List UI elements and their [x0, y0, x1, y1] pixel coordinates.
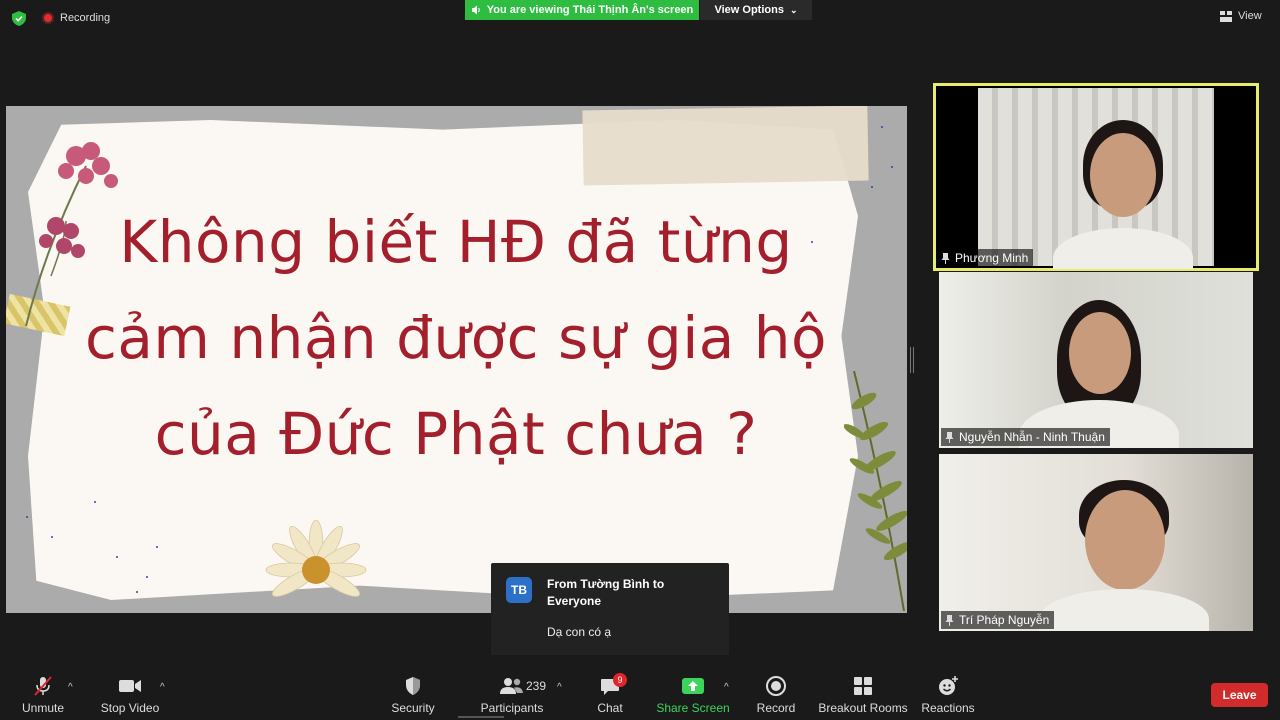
breakout-rooms-button[interactable]: Breakout Rooms — [818, 664, 908, 720]
participant-name-tag: Trí Pháp Nguyễn — [941, 611, 1055, 629]
pin-icon — [945, 431, 954, 443]
security-shield-icon[interactable] — [12, 11, 26, 26]
security-button[interactable]: Security — [388, 664, 438, 720]
decor-dot — [156, 546, 158, 548]
slide-line-1: Không biết HĐ đã từng — [119, 208, 793, 276]
muted-microphone-icon — [34, 676, 52, 696]
view-options-button[interactable]: View Options ⌄ — [700, 0, 812, 20]
share-options-chevron-icon[interactable]: ^ — [724, 682, 729, 693]
chat-message: Dạ con có ạ — [547, 625, 612, 639]
panel-resize-handle[interactable] — [910, 347, 914, 373]
pin-icon — [945, 614, 954, 626]
meeting-top-bar: Recording You are viewing Thái Thịnh Ân'… — [0, 0, 1280, 36]
participant-name-tag: Nguyễn Nhẫn - Ninh Thuận — [941, 428, 1110, 446]
record-button[interactable]: Record — [755, 664, 797, 720]
share-screen-label: Share Screen — [656, 701, 730, 715]
breakout-rooms-icon — [854, 677, 872, 695]
smiley-plus-icon — [939, 676, 958, 695]
viewing-screen-banner: You are viewing Thái Thịnh Ân's screen — [465, 0, 699, 20]
participants-count: 239 — [526, 679, 547, 693]
decor-dot — [136, 591, 138, 593]
sender-avatar: TB — [506, 577, 532, 603]
shield-icon — [406, 677, 420, 695]
leave-button[interactable]: Leave — [1211, 683, 1268, 707]
decor-dot — [871, 186, 873, 188]
record-label: Record — [756, 701, 796, 715]
decor-dot — [811, 241, 813, 243]
recording-label: Recording — [60, 12, 111, 24]
chat-sender: From Tường Bình to Everyone — [547, 577, 665, 608]
decor-dot — [146, 576, 148, 578]
decor-dot — [891, 166, 893, 168]
record-icon — [766, 676, 786, 696]
person-face — [1085, 490, 1165, 590]
slide-line-3: của Đức Phật chưa ? — [154, 400, 758, 468]
participants-options-chevron-icon[interactable]: ^ — [557, 682, 562, 693]
share-screen-button[interactable]: Share Screen — [656, 664, 730, 720]
fern-leaf-decoration — [844, 371, 907, 611]
toolbar-scroll-indicator — [458, 716, 504, 718]
participant-name: Phương Minh — [955, 251, 1029, 265]
reactions-label: Reactions — [921, 701, 975, 715]
participant-name: Trí Pháp Nguyễn — [959, 613, 1050, 627]
reactions-button[interactable]: Reactions — [921, 664, 975, 720]
audio-options-chevron-icon[interactable]: ^ — [68, 682, 73, 693]
person-face — [1069, 312, 1131, 394]
viewing-banner-text: You are viewing Thái Thịnh Ân's screen — [486, 4, 694, 16]
slide-line-2: cảm nhận được sự gia hộ — [84, 304, 828, 372]
video-tile-phuong-minh[interactable]: Phương Minh — [933, 83, 1259, 271]
participant-name-tag: Phương Minh — [937, 249, 1034, 267]
participant-name: Nguyễn Nhẫn - Ninh Thuận — [959, 430, 1105, 444]
chevron-down-icon: ⌄ — [789, 4, 798, 15]
slide-question-text: Không biết HĐ đã từng cảm nhận được sự g… — [66, 194, 846, 482]
video-tile-tri-phap[interactable]: Trí Pháp Nguyễn — [939, 454, 1253, 631]
video-camera-icon — [119, 680, 141, 692]
participants-label: Participants — [480, 701, 544, 715]
meeting-toolbar: Unmute ^ Stop Video ^ Security Participa… — [0, 664, 1280, 720]
video-feed — [978, 88, 1214, 269]
chat-button[interactable]: Chat — [592, 664, 628, 720]
shared-screen[interactable]: Không biết HĐ đã từng cảm nhận được sự g… — [6, 106, 907, 613]
view-options-label: View Options — [714, 4, 784, 16]
decor-dot — [51, 536, 53, 538]
pin-icon — [941, 252, 950, 264]
decor-dot — [94, 501, 96, 503]
chat-label: Chat — [597, 701, 623, 715]
share-screen-icon — [682, 678, 704, 694]
breakout-rooms-label: Breakout Rooms — [818, 701, 908, 715]
speaker-icon — [471, 5, 480, 15]
recording-dot-icon — [42, 12, 54, 24]
decor-dot — [26, 516, 28, 518]
decor-dot — [116, 556, 118, 558]
grid-view-icon — [1220, 10, 1232, 22]
daisy-flower-decoration — [265, 520, 367, 597]
chat-notification[interactable]: TB From Tường Bình to Everyone Dạ con có… — [491, 563, 729, 655]
stop-video-label: Stop Video — [100, 701, 160, 715]
unmute-button[interactable]: Unmute — [18, 664, 68, 720]
tape-decoration — [582, 106, 869, 186]
decor-dot — [881, 126, 883, 128]
security-label: Security — [391, 701, 435, 715]
video-options-chevron-icon[interactable]: ^ — [160, 682, 165, 693]
participants-icon — [500, 678, 523, 694]
view-label: View — [1238, 10, 1262, 22]
chat-unread-badge: 9 — [613, 673, 627, 687]
recording-indicator[interactable]: Recording — [42, 12, 110, 24]
stop-video-button[interactable]: Stop Video — [98, 664, 162, 720]
video-tile-nguyen-nhan[interactable]: Nguyễn Nhẫn - Ninh Thuận — [939, 272, 1253, 448]
view-button[interactable]: View — [1220, 10, 1262, 22]
unmute-label: Unmute — [21, 701, 65, 715]
person-face — [1090, 133, 1156, 217]
